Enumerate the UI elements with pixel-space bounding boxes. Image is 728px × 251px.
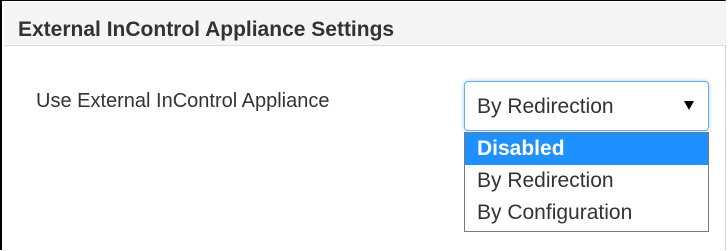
option-disabled[interactable]: Disabled xyxy=(465,133,708,165)
settings-panel: External InControl Appliance Settings Us… xyxy=(0,0,726,250)
dropdown-options-list: Disabled By Redirection By Configuration xyxy=(464,132,709,232)
panel-title: External InControl Appliance Settings xyxy=(18,18,395,41)
option-by-redirection[interactable]: By Redirection xyxy=(465,165,708,197)
dropdown-arrow-icon xyxy=(684,101,694,110)
select-current-value: By Redirection xyxy=(477,95,614,118)
panel-header: External InControl Appliance Settings xyxy=(4,2,726,46)
use-external-appliance-label: Use External InControl Appliance xyxy=(36,90,330,112)
use-external-appliance-select[interactable]: By Redirection xyxy=(464,81,709,131)
option-by-configuration[interactable]: By Configuration xyxy=(465,197,708,229)
